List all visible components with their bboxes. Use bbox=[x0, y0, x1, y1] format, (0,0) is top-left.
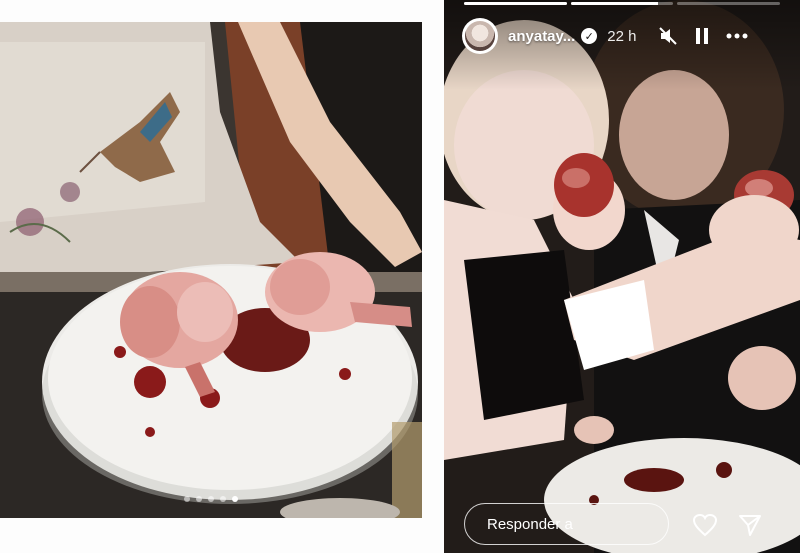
carousel-dot[interactable] bbox=[208, 496, 214, 502]
carousel-dot-active[interactable] bbox=[232, 496, 238, 502]
speaker-muted-icon[interactable] bbox=[658, 26, 678, 46]
story-progress-segment bbox=[677, 2, 781, 5]
carousel-dot[interactable] bbox=[220, 496, 226, 502]
reply-placeholder: Responder a bbox=[487, 515, 573, 533]
story-progress-segment bbox=[464, 2, 567, 5]
avatar[interactable] bbox=[462, 18, 498, 54]
carousel-dots bbox=[0, 496, 422, 502]
carousel-dot[interactable] bbox=[196, 496, 202, 502]
more-options-icon[interactable] bbox=[726, 33, 748, 39]
left-photo-post bbox=[0, 22, 422, 518]
story-photo bbox=[444, 0, 800, 553]
story-username[interactable]: anyatay... bbox=[508, 28, 575, 45]
heart-icon[interactable] bbox=[692, 513, 718, 543]
pause-icon[interactable] bbox=[694, 27, 710, 45]
story-viewer[interactable]: anyatay... ✓ 22 h Responder a bbox=[444, 0, 800, 553]
send-icon[interactable] bbox=[738, 513, 762, 543]
carousel-dot[interactable] bbox=[184, 496, 190, 502]
left-photo bbox=[0, 22, 422, 518]
reply-input[interactable]: Responder a bbox=[464, 503, 669, 545]
verified-badge-icon: ✓ bbox=[581, 28, 598, 44]
story-header: anyatay... ✓ 22 h bbox=[462, 18, 786, 54]
story-time: 22 h bbox=[607, 27, 637, 45]
story-progress bbox=[464, 2, 781, 5]
story-progress-segment bbox=[570, 2, 674, 5]
